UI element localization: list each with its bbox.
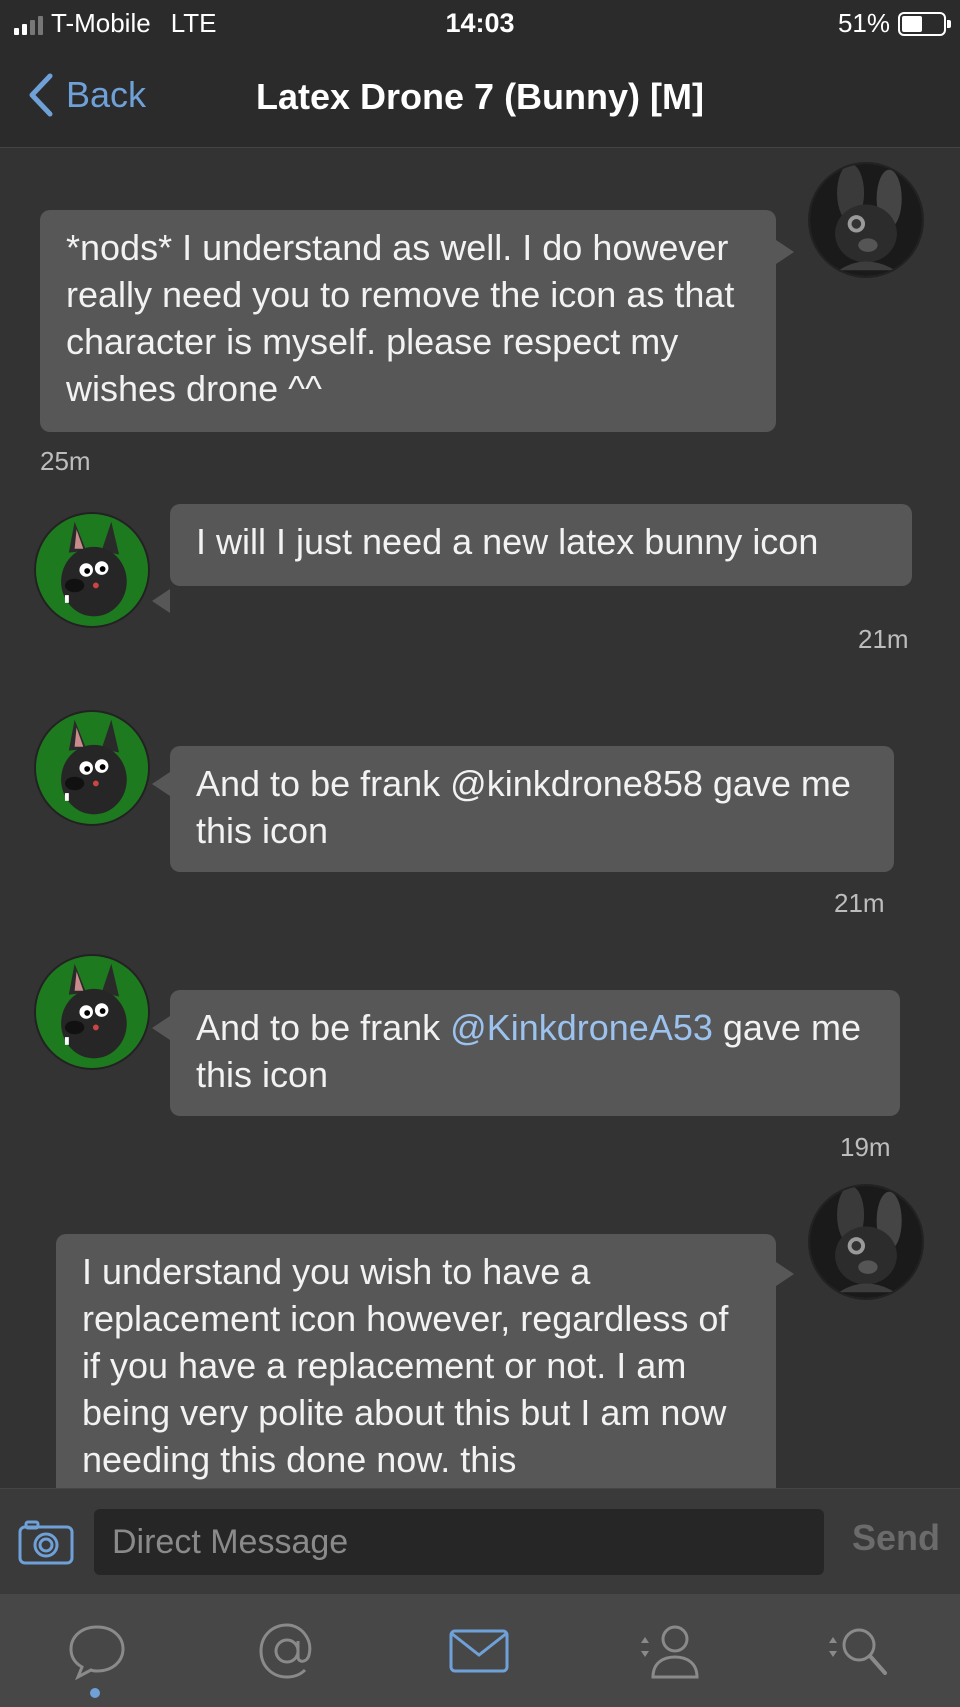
- speech-bubble-icon: [69, 1625, 125, 1681]
- wolf-avatar[interactable]: [34, 512, 150, 628]
- message-bubble[interactable]: I will I just need a new latex bunny ico…: [170, 504, 912, 586]
- message-text: I will I just need a new latex bunny ico…: [196, 521, 819, 562]
- status-bar: T-Mobile LTE 14:03 51%: [0, 0, 960, 50]
- tab-conversations[interactable]: [52, 1616, 142, 1686]
- send-button[interactable]: Send: [852, 1517, 940, 1559]
- message-timestamp: 21m: [858, 624, 909, 654]
- bubble-tail: [152, 1016, 170, 1040]
- camera-button[interactable]: [18, 1519, 74, 1565]
- direct-message-input[interactable]: [94, 1509, 824, 1575]
- wolf-avatar-icon: [36, 712, 148, 824]
- message-timestamp: 21m: [834, 888, 885, 918]
- bubble-tail: [776, 240, 794, 264]
- chevron-left-icon: [29, 73, 53, 117]
- nav-bar: Back Latex Drone 7 (Bunny) [M]: [0, 50, 960, 148]
- back-label: Back: [66, 74, 147, 115]
- bubble-tail: [152, 772, 170, 796]
- back-button[interactable]: Back: [26, 72, 146, 118]
- battery-percent: 51%: [837, 8, 890, 38]
- message-bubble[interactable]: And to be frank @KinkdroneA53 gave me th…: [170, 990, 900, 1116]
- tab-bar: [0, 1594, 960, 1707]
- message-composer: Send: [0, 1488, 960, 1594]
- battery-fill: [902, 15, 922, 32]
- person-icon: [641, 1625, 699, 1679]
- envelope-icon: [449, 1629, 509, 1673]
- message-bubble[interactable]: And to be frank @kinkdrone858 gave me th…: [170, 746, 894, 872]
- message-text: And to be frank @kinkdrone858 gave me th…: [196, 763, 851, 851]
- user-mention-link[interactable]: @KinkdroneA53: [450, 1007, 713, 1048]
- message-text: *nods* I understand as well. I do howeve…: [66, 227, 735, 409]
- message-bubble[interactable]: I understand you wish to have a replacem…: [56, 1234, 776, 1488]
- message-timestamp: 25m: [40, 446, 91, 476]
- message-text-before: And to be frank: [196, 1007, 451, 1048]
- wolf-avatar[interactable]: [34, 710, 150, 826]
- message-timestamp: 19m: [840, 1132, 891, 1162]
- at-sign-icon: [259, 1623, 312, 1679]
- message-bubble[interactable]: *nods* I understand as well. I do howeve…: [40, 210, 776, 432]
- tab-mentions[interactable]: [242, 1616, 332, 1686]
- message-text: I understand you wish to have a replacem…: [82, 1251, 729, 1480]
- latex-bunny-avatar-icon: [810, 1186, 922, 1298]
- magnifier-icon: [829, 1628, 887, 1675]
- wolf-avatar-icon: [36, 956, 148, 1068]
- battery-tip: [947, 19, 951, 28]
- tab-messages[interactable]: [434, 1616, 524, 1686]
- bunny-avatar[interactable]: [808, 1184, 924, 1300]
- message-list[interactable]: *nods* I understand as well. I do howeve…: [0, 148, 960, 1488]
- bubble-tail: [152, 589, 170, 613]
- battery-icon: [898, 11, 951, 36]
- latex-bunny-avatar-icon: [810, 164, 922, 276]
- tab-search[interactable]: [812, 1616, 902, 1686]
- wolf-avatar[interactable]: [34, 954, 150, 1070]
- wolf-avatar-icon: [36, 514, 148, 626]
- status-right: 51%: [837, 8, 951, 39]
- active-tab-indicator: [90, 1688, 100, 1698]
- status-time: 14:03: [445, 8, 515, 38]
- tab-profile[interactable]: [624, 1616, 714, 1686]
- conversation-title: Latex Drone 7 (Bunny) [M]: [255, 76, 704, 117]
- camera-icon: [18, 1520, 74, 1565]
- bunny-avatar[interactable]: [808, 162, 924, 278]
- bubble-tail: [776, 1262, 794, 1286]
